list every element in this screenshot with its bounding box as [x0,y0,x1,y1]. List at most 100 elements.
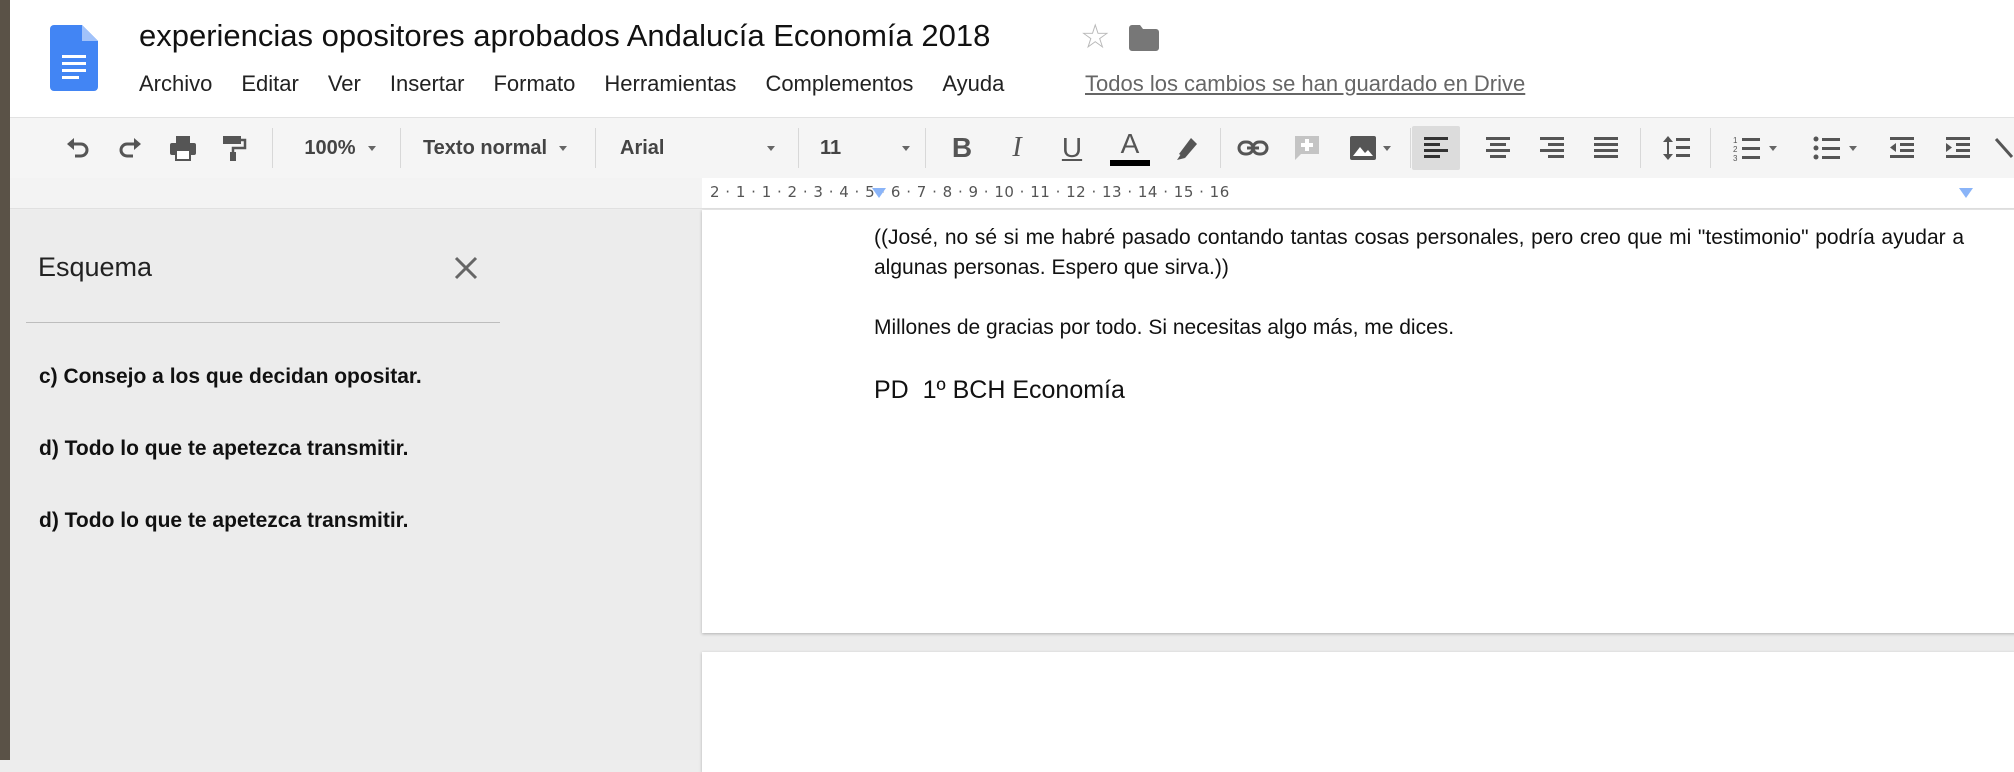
svg-text:1: 1 [1733,136,1738,145]
link-icon [1237,140,1269,156]
left-indent-marker[interactable] [872,188,886,198]
chevron-down-icon [902,145,910,151]
align-center-icon [1486,137,1510,158]
bold-button[interactable]: B [940,118,984,178]
add-comment-icon [1295,136,1319,160]
underline-icon: U [1061,132,1083,163]
chevron-down-icon [767,145,775,151]
insert-comment-button[interactable] [1285,118,1329,178]
clear-formatting-button[interactable] [1992,118,2014,178]
align-right-button[interactable] [1530,118,1574,178]
font-family-select[interactable]: Arial [610,118,785,178]
clear-formatting-icon [1994,138,2014,158]
font-size-value: 11 [820,136,842,159]
insert-link-button[interactable] [1230,118,1276,178]
paint-format-button[interactable] [214,118,254,178]
align-left-icon [1424,137,1448,158]
text-color-icon: A [1120,128,1140,159]
outline-item[interactable]: d) Todo lo que te apetezca transmitir. [39,437,409,461]
ruler[interactable]: 2 · 1 · 1 · 2 · 3 · 4 · 5 · 6 · 7 · 8 · … [10,178,2014,209]
font-size-select[interactable]: 11 [810,118,920,178]
redo-button[interactable] [110,118,150,178]
redo-icon [119,138,141,158]
folder-icon[interactable] [1129,25,1159,51]
outline-item[interactable]: d) Todo lo que te apetezca transmitir. [39,509,409,533]
menu-editar[interactable]: Editar [241,71,298,97]
align-center-button[interactable] [1476,118,1520,178]
insert-image-button[interactable] [1340,118,1400,178]
italic-icon: I [1012,132,1022,163]
print-icon [170,136,196,161]
ruler-labels: 2 · 1 · 1 · 2 · 3 · 4 · 5 · 6 · 7 · 8 · … [710,183,1230,201]
paint-format-icon [223,136,247,161]
menu-herramientas[interactable]: Herramientas [604,71,736,97]
menu-complementos[interactable]: Complementos [765,71,913,97]
outline-title: Esquema [38,252,153,282]
increase-indent-icon [1946,137,1970,158]
menu-bar: Archivo Editar Ver Insertar Formato Herr… [139,71,1033,97]
star-icon[interactable]: ☆ [1080,20,1110,54]
svg-text:3: 3 [1733,154,1738,162]
numbered-list-button[interactable]: 123 [1722,118,1788,178]
align-right-icon [1540,137,1564,158]
outline-divider [26,322,500,323]
chevron-down-icon [367,145,376,151]
document-canvas: ((José, no sé si me habré pasado contand… [700,210,2014,772]
toolbar-separator [1410,128,1411,168]
chevron-down-icon [1849,145,1857,151]
close-icon[interactable] [452,254,480,282]
bold-icon: B [951,132,973,163]
zoom-select[interactable]: 100% [290,118,390,178]
highlighter-icon [1177,138,1197,160]
document-page-next[interactable] [702,652,2014,772]
paragraph-text[interactable]: Millones de gracias por todo. Si necesit… [874,313,1964,343]
chevron-down-icon [1383,145,1391,151]
right-indent-marker[interactable] [1959,188,1973,198]
document-title[interactable]: experiencias opositores aprobados Andalu… [139,18,990,54]
decrease-indent-icon [1890,137,1914,158]
align-left-button[interactable] [1412,126,1460,170]
print-button[interactable] [163,118,203,178]
bulleted-list-icon [1813,136,1840,160]
line-spacing-button[interactable] [1655,118,1699,178]
highlight-button[interactable] [1165,118,1209,178]
document-page[interactable]: ((José, no sé si me habré pasado contand… [702,210,2014,633]
paragraph-style-value: Texto normal [422,136,548,159]
menu-ayuda[interactable]: Ayuda [942,71,1004,97]
text-color-swatch [1110,160,1150,166]
undo-icon [67,138,89,158]
menu-archivo[interactable]: Archivo [139,71,212,97]
toolbar-separator [798,128,799,168]
toolbar-separator [1710,128,1711,168]
justify-button[interactable] [1584,118,1628,178]
chevron-down-icon [1769,145,1777,151]
header-bar: experiencias opositores aprobados Andalu… [10,0,2014,117]
undo-button[interactable] [58,118,98,178]
paragraph-text[interactable]: ((José, no sé si me habré pasado contand… [874,223,1964,283]
toolbar-separator [595,128,596,168]
desktop-edge [0,0,10,760]
increase-indent-button[interactable] [1936,118,1980,178]
italic-button[interactable]: I [995,118,1039,178]
text-color-button[interactable]: A [1105,118,1155,178]
toolbar-separator [400,128,401,168]
image-icon [1350,136,1376,160]
bulleted-list-button[interactable] [1802,118,1868,178]
signature-line[interactable]: PD 1º BCH Economía [874,376,1125,405]
numbered-list-icon: 123 [1733,136,1760,162]
menu-insertar[interactable]: Insertar [390,71,465,97]
chevron-down-icon [559,145,568,151]
menu-ver[interactable]: Ver [328,71,361,97]
save-status-link[interactable]: Todos los cambios se han guardado en Dri… [1085,71,1525,97]
paragraph-style-select[interactable]: Texto normal [415,118,575,178]
toolbar-separator [1220,128,1221,168]
google-docs-icon[interactable] [50,25,98,91]
outline-item[interactable]: c) Consejo a los que decidan opositar. [39,365,422,389]
menu-formato[interactable]: Formato [493,71,575,97]
align-justify-icon [1594,137,1618,158]
decrease-indent-button[interactable] [1880,118,1924,178]
font-family-value: Arial [620,136,665,159]
underline-button[interactable]: U [1050,118,1094,178]
toolbar: 100% Texto normal Arial 11 B I U A 1 2 3 [10,117,2014,179]
svg-text:2: 2 [1733,145,1738,154]
